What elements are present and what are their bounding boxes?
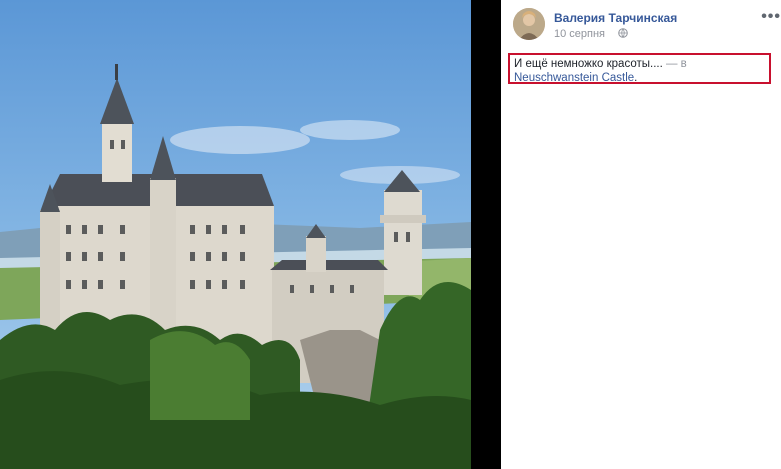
location-link[interactable]: Neuschwanstein Castle (514, 72, 634, 84)
post-photo[interactable] (0, 0, 471, 469)
viewer-divider (471, 0, 501, 469)
post-sidebar: Валерия Тарчинская 10 серпня ••• И ещё н… (501, 0, 781, 469)
location-end: . (634, 72, 638, 84)
author-name-link[interactable]: Валерия Тарчинская (554, 11, 677, 25)
avatar-image (513, 8, 545, 40)
post-text: И ещё немножко красоты.... (514, 58, 663, 70)
post-text-highlight: И ещё немножко красоты.... — в Neuschwan… (508, 53, 771, 84)
post-header: Валерия Тарчинская 10 серпня ••• (513, 8, 780, 44)
avatar[interactable] (513, 8, 545, 40)
post-date-link[interactable]: 10 серпня (554, 28, 605, 40)
globe-icon (618, 28, 628, 38)
more-options-icon[interactable]: ••• (761, 8, 781, 26)
location-separator: — в (662, 58, 687, 70)
